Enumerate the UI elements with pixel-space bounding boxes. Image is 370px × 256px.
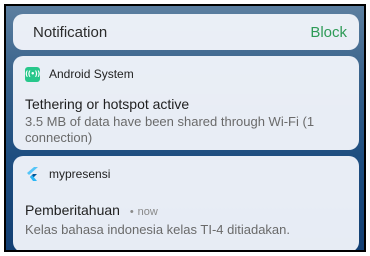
block-button[interactable]: Block	[310, 24, 347, 41]
source-name: Android System	[49, 67, 134, 81]
flutter-icon	[25, 166, 40, 182]
source-name: mypresensi	[49, 167, 111, 181]
notification-title: Pemberitahuan	[25, 202, 120, 218]
notification-title-row: Pemberitahuan • now	[25, 202, 158, 218]
mypresensi-notification[interactable]: mypresensi Pemberitahuan • now Kelas bah…	[13, 156, 359, 250]
notification-body: 3.5 MB of data have been shared through …	[25, 114, 315, 145]
notification-source: mypresensi	[25, 166, 110, 182]
notification-title: Tethering or hotspot active	[25, 96, 190, 112]
notification-header: Notification Block	[13, 14, 359, 50]
android-system-notification[interactable]: ((•)) Android System Tethering or hotspo…	[13, 56, 359, 150]
notification-body: Kelas bahasa indonesia kelas TI-4 ditiad…	[25, 222, 290, 237]
notification-time: now	[137, 206, 158, 218]
time-separator: •	[129, 206, 134, 218]
notification-panel: Notification Block ((•)) Android System …	[4, 4, 366, 252]
hotspot-icon: ((•))	[25, 66, 40, 82]
notification-source: ((•)) Android System	[25, 66, 134, 82]
header-title: Notification	[33, 23, 108, 41]
